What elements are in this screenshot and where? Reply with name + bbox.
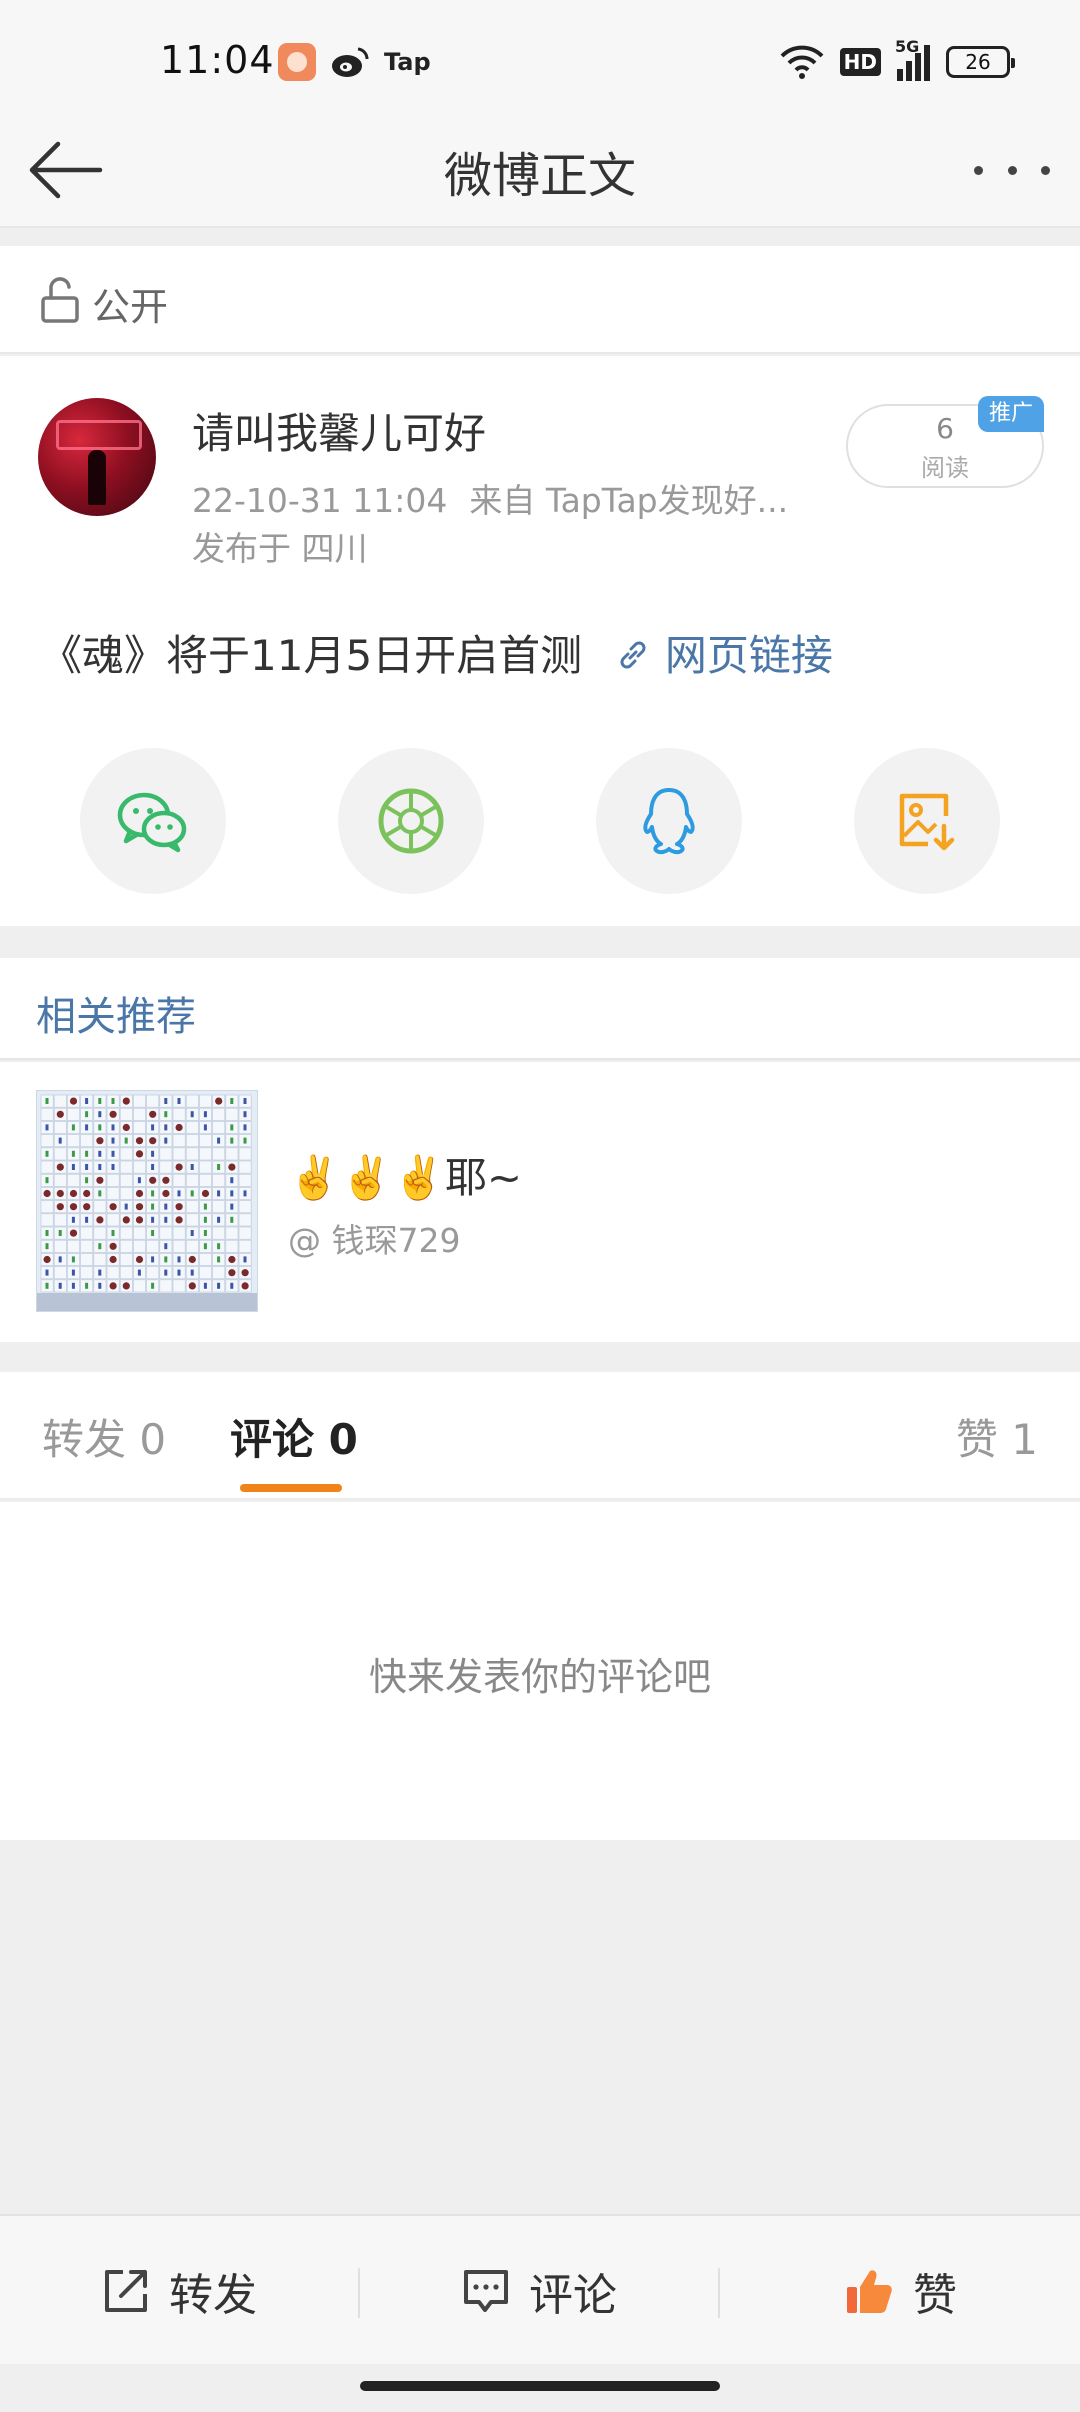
post-body: 《魂》将于11月5日开启首测 网页链接 — [40, 622, 833, 683]
empty-comments-text: 快来发表你的评论吧 — [368, 1655, 711, 1699]
repost-label: 转发 — [169, 2270, 257, 2321]
repost-button[interactable]: 转发 — [0, 2216, 358, 2366]
share-row — [80, 748, 1000, 894]
title-bar: 微博正文 — [0, 110, 1080, 228]
status-app-icons: Tap — [278, 42, 431, 82]
post-card: 请叫我馨儿可好 22-10-31 11:04 来自 TapTap发现好... 发布… — [0, 356, 1080, 926]
post-location: 发布于 四川 — [192, 529, 368, 568]
post-meta: 22-10-31 11:04 来自 TapTap发现好... — [192, 474, 810, 522]
save-image-icon — [899, 793, 955, 851]
unlock-icon — [41, 277, 79, 323]
share-moments-button[interactable] — [338, 748, 484, 894]
notification-app-icon — [278, 43, 316, 81]
web-link[interactable]: 网页链接 — [665, 631, 833, 680]
like-button[interactable]: 赞 — [720, 2216, 1080, 2366]
moments-icon — [378, 788, 444, 854]
tap-notification-icon: Tap — [384, 48, 431, 76]
related-item-author: @ 钱琛729 — [288, 1221, 461, 1260]
author-avatar[interactable] — [38, 398, 156, 516]
visibility-label: 公开 — [92, 285, 169, 329]
post-source[interactable]: 来自 TapTap发现好... — [469, 481, 788, 520]
visibility-row: 公开 — [0, 246, 1080, 354]
tab-likes[interactable]: 赞 1 — [956, 1406, 1038, 1467]
battery-indicator: 26 — [946, 46, 1015, 78]
share-wechat-button[interactable] — [80, 748, 226, 894]
minesweeper-thumbnail — [37, 1091, 257, 1311]
signal-icon: 5G — [895, 37, 930, 81]
post-text: 《魂》将于11月5日开启首测 — [40, 631, 583, 680]
tab-comments[interactable]: 评论 0 — [230, 1406, 358, 1467]
share-out-icon — [105, 2270, 147, 2312]
more-dot-icon — [1041, 165, 1050, 175]
link-icon — [620, 641, 646, 669]
related-header: 相关推荐 — [0, 958, 1080, 1060]
home-indicator — [360, 2381, 720, 2391]
wechat-icon — [117, 792, 187, 853]
bottom-action-bar: 转发 评论 赞 — [0, 2214, 1080, 2364]
share-qq-button[interactable] — [596, 748, 742, 894]
comment-icon — [464, 2270, 508, 2312]
status-time: 11:04 — [160, 38, 275, 82]
like-label: 赞 — [913, 2270, 957, 2321]
post-datetime: 22-10-31 11:04 — [192, 481, 448, 520]
weibo-notification-icon — [332, 47, 369, 77]
author-name[interactable]: 请叫我馨儿可好 — [192, 400, 486, 461]
more-dot-icon — [974, 165, 983, 175]
status-bar: 11:04 Tap HD 5G 26 — [0, 0, 1080, 110]
more-dot-icon — [1007, 165, 1017, 175]
related-item-title: ✌️✌️✌️耶~ — [288, 1153, 523, 1202]
qq-icon — [643, 788, 695, 855]
active-tab-indicator — [240, 1484, 342, 1492]
comment-button[interactable]: 评论 — [360, 2216, 718, 2366]
comments-area: 快来发表你的评论吧 — [0, 1502, 1080, 1840]
comment-label: 评论 — [529, 2270, 617, 2321]
read-label: 阅读 — [921, 454, 969, 482]
tab-reposts[interactable]: 转发 0 — [42, 1406, 166, 1467]
engagement-tabs: 转发 0 评论 0 赞 1 — [0, 1372, 1080, 1500]
related-title: 相关推荐 — [36, 994, 196, 1040]
save-image-button[interactable] — [854, 748, 1000, 894]
related-item[interactable]: ✌️✌️✌️耶~ @ 钱琛729 — [0, 1062, 1080, 1342]
page-title: 微博正文 — [443, 148, 636, 204]
more-options-button[interactable] — [974, 150, 1050, 190]
promo-tag[interactable]: 推广 — [978, 396, 1044, 432]
status-indicators: HD 5G 26 — [780, 37, 1015, 84]
wifi-icon — [780, 45, 824, 79]
hd-badge: HD — [839, 48, 881, 76]
thumbs-up-icon — [847, 2270, 892, 2313]
related-thumbnail — [36, 1090, 258, 1312]
